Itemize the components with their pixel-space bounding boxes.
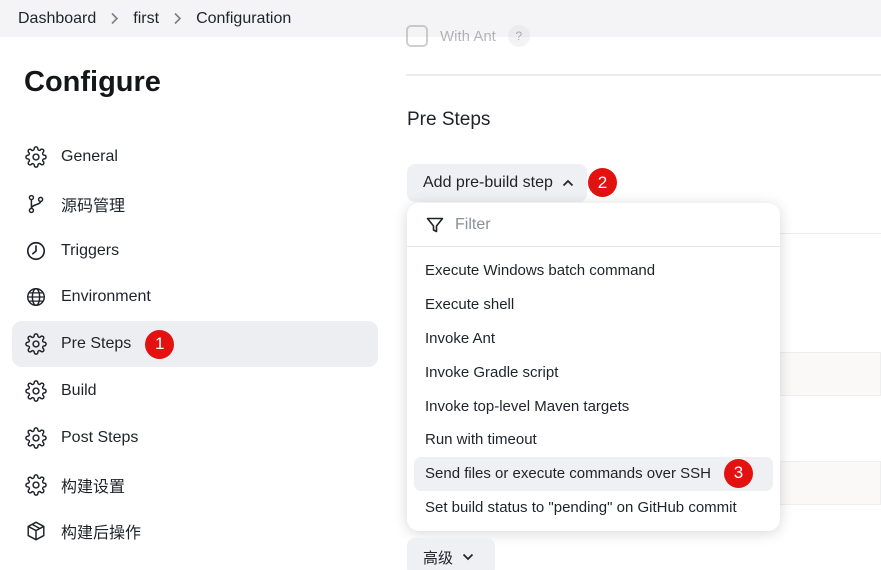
checkbox-label: With Ant — [440, 27, 496, 45]
pre-build-step-dropdown: Execute Windows batch command Execute sh… — [407, 203, 780, 531]
sidebar-item-build[interactable]: Build — [12, 368, 378, 414]
gear-icon — [24, 145, 48, 169]
advanced-label: 高级 — [423, 549, 454, 567]
background-field — [776, 352, 881, 396]
section-title-pre-steps: Pre Steps — [407, 109, 491, 130]
breadcrumb-dashboard[interactable]: Dashboard — [16, 10, 98, 28]
add-step-label: Add pre-build step — [423, 174, 553, 191]
gear-icon — [24, 426, 48, 450]
sidebar-item-general[interactable]: General — [12, 134, 378, 180]
background-divider — [776, 233, 881, 234]
sidebar-item-post-steps[interactable]: Post Steps — [12, 415, 378, 461]
page-title: Configure — [24, 66, 161, 98]
sidebar-item-label: Post Steps — [61, 428, 139, 446]
menu-item-windows-batch[interactable]: Execute Windows batch command — [414, 254, 773, 288]
menu-item-send-files-ssh[interactable]: Send files or execute commands over SSH … — [414, 456, 773, 491]
gear-icon — [24, 473, 48, 497]
gear-icon — [24, 379, 48, 403]
filter-icon — [425, 215, 445, 235]
sidebar-item-build-settings[interactable]: 构建设置 — [12, 462, 378, 508]
globe-icon — [24, 285, 48, 309]
section-divider — [406, 74, 881, 76]
git-branch-icon — [24, 192, 48, 216]
help-icon[interactable]: ? — [507, 25, 530, 47]
menu-item-invoke-maven[interactable]: Invoke top-level Maven targets — [414, 389, 773, 423]
checkbox[interactable] — [406, 25, 428, 47]
breadcrumb-configuration[interactable]: Configuration — [194, 10, 293, 28]
menu-item-execute-shell[interactable]: Execute shell — [414, 288, 773, 322]
filter-row — [407, 203, 780, 247]
sidebar-item-label: 源码管理 — [61, 197, 126, 215]
clock-icon — [24, 239, 48, 263]
sidebar-item-label: 构建后操作 — [61, 525, 142, 543]
sidebar-item-label: General — [61, 148, 118, 165]
sidebar-item-pre-steps[interactable]: Pre Steps 1 — [12, 321, 378, 368]
menu-item-run-with-timeout[interactable]: Run with timeout — [414, 423, 773, 457]
sidebar-item-post-build-actions[interactable]: 构建后操作 — [12, 508, 378, 554]
step-badge-3: 3 — [724, 458, 753, 488]
sidebar-item-label: Build — [61, 381, 97, 399]
chevron-right-icon — [173, 12, 182, 25]
gear-icon — [24, 332, 48, 356]
breadcrumb-first[interactable]: first — [131, 10, 161, 28]
package-icon — [24, 519, 48, 543]
menu-item-github-pending-status[interactable]: Set build status to "pending" on GitHub … — [414, 491, 773, 525]
add-pre-build-step-button[interactable]: Add pre-build step — [407, 164, 587, 202]
sidebar-item-label: 构建设置 — [61, 478, 126, 496]
chevron-right-icon — [110, 12, 119, 25]
menu-item-invoke-ant[interactable]: Invoke Ant — [414, 322, 773, 356]
sidebar-item-environment[interactable]: Environment — [12, 274, 378, 320]
menu-item-invoke-gradle[interactable]: Invoke Gradle script — [414, 355, 773, 389]
advanced-button[interactable]: 高级 — [407, 538, 495, 570]
chevron-down-icon — [462, 553, 474, 561]
menu-item-label: Send files or execute commands over SSH — [425, 465, 711, 483]
filter-input[interactable] — [455, 215, 735, 234]
sidebar: General 源码管理 Triggers Environment Pre St… — [12, 134, 378, 555]
with-ant-checkbox-row[interactable]: With Ant ? — [406, 25, 530, 47]
menu-list: Execute Windows batch command Execute sh… — [407, 247, 780, 524]
chevron-up-icon — [562, 179, 574, 187]
sidebar-item-label: Triggers — [61, 241, 120, 259]
sidebar-item-label: Environment — [61, 288, 151, 306]
sidebar-item-label: Pre Steps — [61, 335, 132, 353]
sidebar-item-source-control[interactable]: 源码管理 — [12, 181, 378, 227]
step-badge-2: 2 — [588, 168, 617, 197]
background-field — [776, 461, 881, 505]
sidebar-item-triggers[interactable]: Triggers — [12, 228, 378, 274]
step-badge-1: 1 — [145, 329, 175, 359]
